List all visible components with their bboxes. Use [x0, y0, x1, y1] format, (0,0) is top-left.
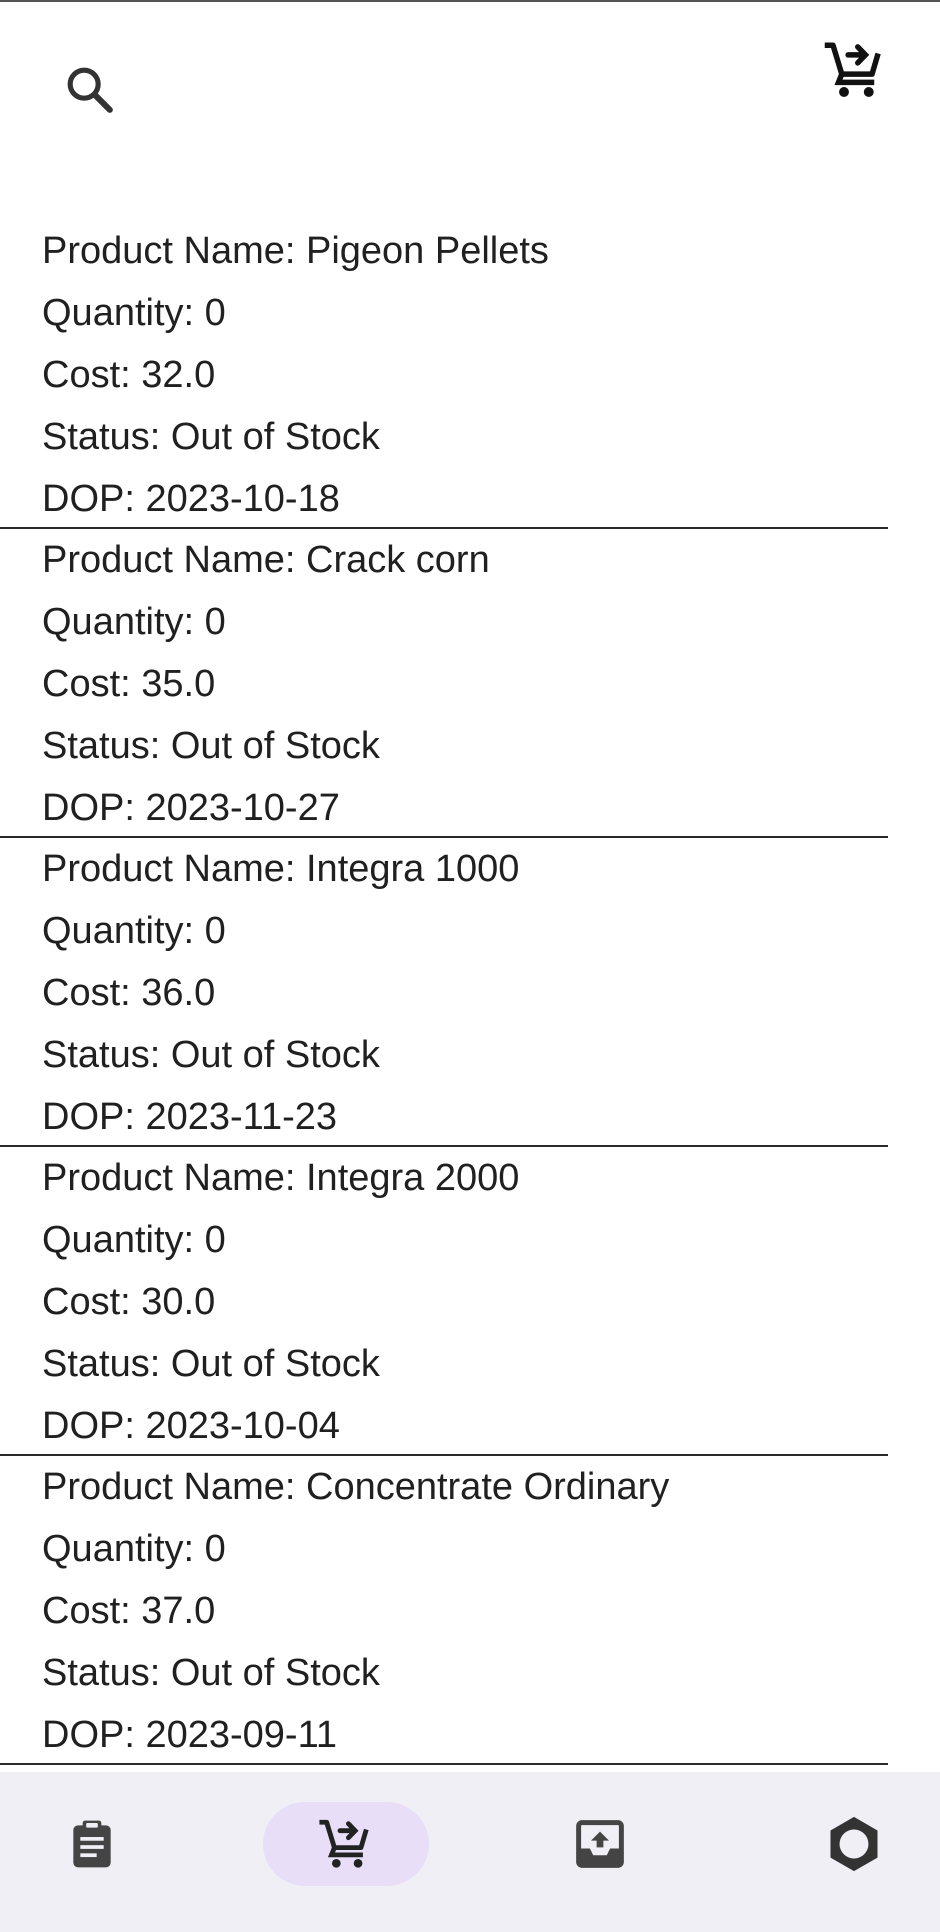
nav-item-cart[interactable] — [263, 1802, 429, 1886]
product-status: Status: Out of Stock — [42, 1343, 380, 1385]
product-name: Product Name: Pigeon Pellets — [42, 230, 549, 272]
bottom-navigation-bar — [0, 1772, 940, 1932]
product-item[interactable]: Product Name: Integra 2000 Quantity: 0 C… — [0, 1147, 888, 1456]
product-item[interactable]: Product Name: Concentrate Ordinary Quant… — [0, 1456, 888, 1765]
product-status: Status: Out of Stock — [42, 725, 380, 767]
product-dop: DOP: 2023-11-23 — [42, 1096, 338, 1138]
product-cost: Cost: 30.0 — [42, 1281, 216, 1323]
upload-box-icon — [576, 1820, 624, 1868]
product-dop: DOP: 2023-09-11 — [42, 1714, 338, 1756]
product-name: Product Name: Integra 1000 — [42, 848, 520, 890]
product-dop: DOP: 2023-10-27 — [42, 787, 340, 829]
nav-item-settings[interactable] — [812, 1802, 896, 1886]
product-cost: Cost: 37.0 — [42, 1590, 216, 1632]
nav-item-inventory[interactable] — [50, 1802, 134, 1886]
product-quantity: Quantity: 0 — [42, 910, 226, 952]
product-cost: Cost: 35.0 — [42, 663, 216, 705]
product-name: Product Name: Crack corn — [42, 539, 490, 581]
add-to-cart-button[interactable] — [815, 30, 895, 110]
product-cost: Cost: 32.0 — [42, 354, 216, 396]
product-status: Status: Out of Stock — [42, 1652, 380, 1694]
product-item[interactable]: Product Name: Integra 1000 Quantity: 0 C… — [0, 838, 888, 1147]
product-status: Status: Out of Stock — [42, 416, 380, 458]
search-button[interactable] — [50, 50, 130, 130]
product-quantity: Quantity: 0 — [42, 292, 226, 334]
top-app-bar — [0, 0, 940, 170]
nav-item-upload[interactable] — [558, 1802, 642, 1886]
search-icon — [67, 67, 113, 113]
product-dop: DOP: 2023-10-04 — [42, 1405, 340, 1447]
add-shopping-cart-icon — [319, 1819, 369, 1868]
clipboard-icon — [73, 1820, 111, 1868]
product-quantity: Quantity: 0 — [42, 1219, 226, 1261]
product-dop: DOP: 2023-10-18 — [42, 478, 340, 520]
product-name: Product Name: Integra 2000 — [42, 1157, 520, 1199]
product-cost: Cost: 36.0 — [42, 972, 216, 1014]
product-list: Product Name: Pigeon Pellets Quantity: 0… — [0, 220, 888, 1765]
add-shopping-cart-icon — [824, 42, 881, 97]
product-quantity: Quantity: 0 — [42, 1528, 226, 1570]
product-item[interactable]: Product Name: Crack corn Quantity: 0 Cos… — [0, 529, 888, 838]
product-item[interactable]: Product Name: Pigeon Pellets Quantity: 0… — [0, 220, 888, 529]
product-quantity: Quantity: 0 — [42, 601, 226, 643]
settings-gear-icon — [830, 1816, 878, 1872]
product-name: Product Name: Concentrate Ordinary — [42, 1466, 670, 1508]
product-status: Status: Out of Stock — [42, 1034, 380, 1076]
